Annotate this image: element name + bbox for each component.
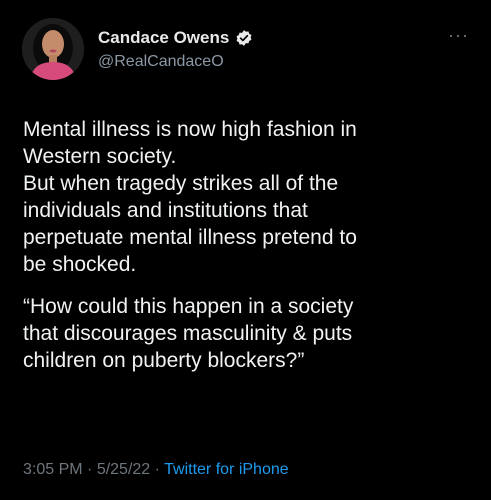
tweet-line: perpetuate mental illness pretend to [23, 226, 357, 249]
tweet-line: that discourages masculinity & puts [23, 322, 353, 345]
tweet-text: Mental illness is now high fashion in We… [23, 116, 473, 374]
tweet-line: “How could this happen in a society [23, 295, 354, 318]
tweet-line: But when tragedy strikes all of the [23, 172, 339, 195]
tweet-source-link[interactable]: Twitter for iPhone [164, 461, 289, 478]
verified-badge-icon [235, 29, 253, 47]
tweet-card: Candace Owens @RealCandaceO ··· Mental i… [0, 0, 491, 500]
tweet-meta: 3:05 PM · 5/25/22 · Twitter for iPhone [23, 461, 289, 479]
tweet-line: individuals and institutions that [23, 199, 308, 222]
author-display-name[interactable]: Candace Owens [98, 28, 229, 48]
more-dots-icon[interactable]: ··· [448, 26, 469, 44]
meta-separator: · [150, 461, 165, 478]
author-handle[interactable]: @RealCandaceO [98, 53, 224, 71]
tweet-date[interactable]: 5/25/22 [97, 461, 150, 478]
meta-separator: · [82, 461, 97, 478]
avatar[interactable] [22, 18, 84, 80]
tweet-time[interactable]: 3:05 PM [23, 461, 83, 478]
tweet-line: Western society. [23, 145, 177, 168]
tweet-paragraph-1: Mental illness is now high fashion in We… [23, 116, 473, 278]
tweet-line: children on puberty blockers?” [23, 349, 305, 372]
tweet-line: be shocked. [23, 253, 137, 276]
avatar-photo [22, 18, 84, 80]
author-name-row[interactable]: Candace Owens [98, 28, 253, 48]
tweet-line: Mental illness is now high fashion in [23, 118, 357, 141]
tweet-paragraph-2: “How could this happen in a society that… [23, 293, 473, 374]
